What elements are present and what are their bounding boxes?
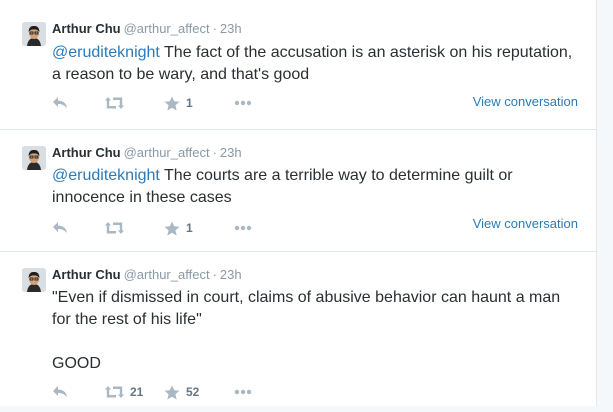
favorite-count: 52 [186, 385, 200, 399]
more-button[interactable] [234, 225, 264, 231]
avatar[interactable] [22, 268, 46, 292]
reply-button[interactable] [52, 385, 105, 399]
separator: · [212, 21, 217, 36]
timestamp[interactable]: 23h [220, 267, 242, 282]
view-conversation-link[interactable]: View conversation [473, 94, 578, 109]
tweet-actions: 1 [52, 219, 264, 237]
timestamp[interactable]: 23h [220, 145, 242, 160]
tweet-text: "Even if dismissed in court, claims of a… [52, 287, 580, 375]
star-icon [164, 96, 180, 110]
mention-link[interactable]: @eruditeknight [52, 44, 160, 61]
retweet-button[interactable] [105, 96, 164, 110]
star-icon [164, 385, 180, 399]
retweet-icon [105, 222, 124, 234]
timestamp[interactable]: 23h [220, 21, 242, 36]
favorite-count: 1 [186, 221, 193, 235]
avatar[interactable] [22, 22, 46, 46]
star-icon [164, 221, 180, 235]
reply-button[interactable] [52, 221, 105, 235]
more-dots-icon [234, 389, 252, 395]
favorite-button[interactable]: 1 [164, 96, 234, 111]
username[interactable]: @arthur_affect [124, 267, 210, 282]
separator: · [212, 267, 217, 282]
retweet-icon [105, 386, 124, 398]
favorite-button[interactable]: 1 [164, 221, 234, 236]
more-dots-icon [234, 100, 252, 106]
reply-icon [53, 97, 67, 108]
fullname[interactable]: Arthur Chu [52, 267, 121, 282]
tweet-body-quote: "Even if dismissed in court, claims of a… [52, 289, 561, 328]
retweet-icon [105, 97, 124, 109]
retweet-button[interactable]: 21 [105, 385, 164, 399]
favorite-button[interactable]: 52 [164, 385, 234, 400]
reply-icon [53, 386, 67, 397]
tweet[interactable]: Arthur Chu @arthur_affect · 23h @eruditekni… [0, 0, 596, 130]
username[interactable]: @arthur_affect [124, 145, 210, 160]
more-button[interactable] [234, 100, 264, 106]
avatar[interactable] [22, 146, 46, 170]
more-button[interactable] [234, 389, 264, 395]
retweet-count: 21 [130, 385, 144, 399]
tweet-text: @eruditeknight The fact of the accusatio… [52, 42, 580, 86]
tweet-body-reply: GOOD [52, 355, 101, 372]
tweet-actions: 1 [52, 94, 264, 112]
more-dots-icon [234, 225, 252, 231]
tweet-header: Arthur Chu @arthur_affect · 23h [52, 267, 242, 283]
tweet-actions: 21 52 [52, 383, 264, 401]
reply-icon [53, 222, 67, 233]
tweet[interactable]: Arthur Chu @arthur_affect · 23h "Even if di… [0, 252, 596, 412]
fullname[interactable]: Arthur Chu [52, 21, 121, 36]
fullname[interactable]: Arthur Chu [52, 145, 121, 160]
view-conversation-link[interactable]: View conversation [473, 216, 578, 231]
separator: · [212, 145, 217, 160]
retweet-button[interactable] [105, 221, 164, 235]
reply-button[interactable] [52, 96, 105, 110]
timeline: Arthur Chu @arthur_affect · 23h @eruditekni… [0, 0, 597, 406]
tweet-header: Arthur Chu @arthur_affect · 23h [52, 21, 242, 37]
tweet[interactable]: Arthur Chu @arthur_affect · 23h @eruditekni… [0, 130, 596, 252]
favorite-count: 1 [186, 96, 193, 110]
mention-link[interactable]: @eruditeknight [52, 167, 160, 184]
tweet-header: Arthur Chu @arthur_affect · 23h [52, 145, 242, 161]
tweet-text: @eruditeknight The courts are a terrible… [52, 165, 580, 209]
username[interactable]: @arthur_affect [124, 21, 210, 36]
